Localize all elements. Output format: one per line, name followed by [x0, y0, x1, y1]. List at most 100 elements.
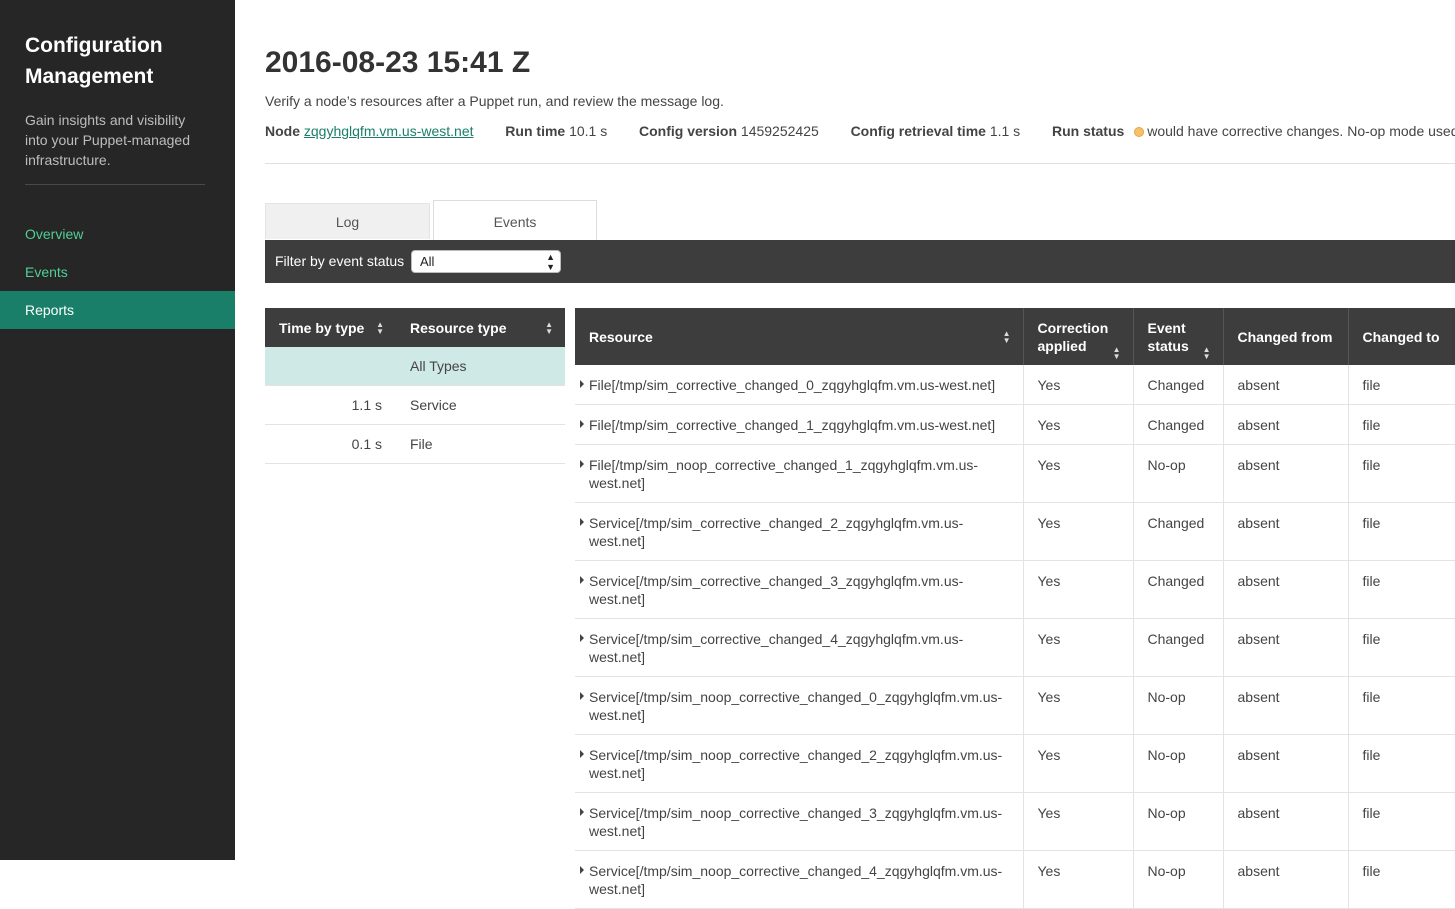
sidebar-item-events[interactable]: Events: [0, 253, 235, 291]
col-header-resource[interactable]: Resource ▲ ▼: [575, 308, 1023, 365]
resource-name: Service[/tmp/sim_noop_corrective_changed…: [575, 734, 1023, 793]
resource-text: Service[/tmp/sim_noop_corrective_changed…: [589, 805, 1003, 839]
run-status-label: Run status: [1051, 123, 1125, 139]
tab-log[interactable]: Log: [265, 203, 430, 239]
event-status: Changed: [1132, 404, 1223, 445]
changed-from: absent: [1222, 618, 1348, 677]
event-status: Changed: [1132, 560, 1223, 619]
table-row[interactable]: Service[/tmp/sim_corrective_changed_2_zq…: [575, 502, 1455, 561]
changed-to: file: [1347, 502, 1455, 561]
event-status: No-op: [1132, 792, 1223, 851]
correction-applied: Yes: [1022, 734, 1133, 793]
event-status: Changed: [1132, 618, 1223, 677]
resource-name: File[/tmp/sim_noop_corrective_changed_1_…: [575, 444, 1023, 503]
sidebar-divider: [25, 184, 205, 185]
resource-name: Service[/tmp/sim_noop_corrective_changed…: [575, 850, 1023, 909]
changed-from: absent: [1222, 444, 1348, 503]
config-version-value: 1459252425: [740, 123, 819, 139]
resource-name: Service[/tmp/sim_noop_corrective_changed…: [575, 676, 1023, 735]
expand-row-icon[interactable]: [580, 460, 584, 468]
changed-from: absent: [1222, 560, 1348, 619]
changed-from: absent: [1222, 404, 1348, 445]
table-row[interactable]: File[/tmp/sim_noop_corrective_changed_1_…: [575, 444, 1455, 503]
sidebar-item-overview[interactable]: Overview: [0, 215, 235, 253]
changed-from: absent: [1222, 502, 1348, 561]
expand-row-icon[interactable]: [580, 518, 584, 526]
report-meta: Node zqgyhglqfm.vm.us-west.net Run time …: [265, 122, 1455, 140]
run-time-label: Run time: [505, 123, 566, 139]
table-row[interactable]: File[/tmp/sim_corrective_changed_0_zqgyh…: [575, 365, 1455, 405]
col-header-event-status[interactable]: Event status ▲ ▼: [1132, 308, 1223, 365]
event-status: No-op: [1132, 850, 1223, 909]
type-name: All Types: [396, 347, 565, 386]
changed-from: absent: [1222, 676, 1348, 735]
sidebar-item-reports[interactable]: Reports: [0, 291, 235, 329]
resource-text: Service[/tmp/sim_corrective_changed_4_zq…: [589, 631, 964, 665]
table-row[interactable]: 1.1 s Service: [265, 385, 565, 425]
table-row[interactable]: All Types: [265, 347, 565, 386]
changed-from: absent: [1222, 792, 1348, 851]
sort-icon: ▲ ▼: [1002, 328, 1011, 345]
changed-to: file: [1347, 850, 1455, 909]
event-status-selected: All: [420, 254, 435, 269]
changed-to: file: [1347, 444, 1455, 503]
header-divider: [265, 163, 1455, 164]
changed-to: file: [1347, 618, 1455, 677]
col-header-correction-applied[interactable]: Correction applied ▲ ▼: [1022, 308, 1133, 365]
filter-bar: Filter by event status All ▲ ▼: [265, 240, 1455, 283]
table-row[interactable]: File[/tmp/sim_corrective_changed_1_zqgyh…: [575, 404, 1455, 445]
col-header-resource-type[interactable]: Resource type ▲ ▼: [396, 308, 565, 347]
app-title: Configuration Management: [25, 34, 163, 88]
changed-from: absent: [1222, 850, 1348, 909]
tab-events[interactable]: Events: [433, 200, 597, 240]
changed-to: file: [1347, 365, 1455, 405]
page-title: 2016-08-23 15:41 Z: [265, 46, 531, 79]
changed-to: file: [1347, 560, 1455, 619]
correction-applied: Yes: [1022, 502, 1133, 561]
resource-text: Service[/tmp/sim_noop_corrective_changed…: [589, 747, 1003, 781]
changed-to: file: [1347, 404, 1455, 445]
resource-name: Service[/tmp/sim_noop_corrective_changed…: [575, 792, 1023, 851]
run-status-value: would have corrective changes. No-op mod…: [1147, 123, 1455, 139]
changed-from: absent: [1222, 734, 1348, 793]
correction-applied: Yes: [1022, 365, 1133, 405]
expand-row-icon[interactable]: [580, 380, 584, 388]
resource-text: File[/tmp/sim_corrective_changed_1_zqgyh…: [589, 417, 996, 433]
sort-icon: ▲ ▼: [376, 319, 384, 336]
col-header-time-by-type[interactable]: Time by type ▲ ▼: [265, 308, 396, 347]
table-row[interactable]: Service[/tmp/sim_noop_corrective_changed…: [575, 850, 1455, 909]
table-row[interactable]: Service[/tmp/sim_noop_corrective_changed…: [575, 792, 1455, 851]
resource-text: Service[/tmp/sim_noop_corrective_changed…: [589, 863, 1003, 897]
expand-row-icon[interactable]: [580, 634, 584, 642]
resource-text: File[/tmp/sim_noop_corrective_changed_1_…: [589, 457, 979, 491]
col-header-changed-from: Changed from: [1222, 308, 1348, 365]
expand-row-icon[interactable]: [580, 576, 584, 584]
node-link[interactable]: zqgyhglqfm.vm.us-west.net: [304, 123, 474, 139]
table-row[interactable]: Service[/tmp/sim_corrective_changed_3_zq…: [575, 560, 1455, 619]
expand-row-icon[interactable]: [580, 692, 584, 700]
table-row[interactable]: Service[/tmp/sim_noop_corrective_changed…: [575, 676, 1455, 735]
resource-text: Service[/tmp/sim_corrective_changed_2_zq…: [589, 515, 964, 549]
table-row[interactable]: Service[/tmp/sim_corrective_changed_4_zq…: [575, 618, 1455, 677]
type-time: [265, 347, 396, 386]
type-time: 0.1 s: [265, 424, 396, 464]
event-status-select[interactable]: All ▲ ▼: [411, 250, 561, 273]
type-time: 1.1 s: [265, 385, 396, 425]
event-status: Changed: [1132, 502, 1223, 561]
expand-row-icon[interactable]: [580, 420, 584, 428]
expand-row-icon[interactable]: [580, 808, 584, 816]
expand-row-icon[interactable]: [580, 750, 584, 758]
table-row[interactable]: Service[/tmp/sim_noop_corrective_changed…: [575, 734, 1455, 793]
config-version-label: Config version: [639, 123, 738, 139]
sort-icon: ▲ ▼: [1202, 345, 1211, 361]
col-header-changed-to: Changed to: [1347, 308, 1455, 365]
page-subtitle: Verify a node’s resources after a Puppet…: [265, 93, 724, 109]
events-table: Resource ▲ ▼ Correction applied ▲ ▼ Event st…: [575, 308, 1455, 909]
sort-icon: ▲ ▼: [1112, 345, 1121, 361]
expand-row-icon[interactable]: [580, 866, 584, 874]
event-status: No-op: [1132, 734, 1223, 793]
type-name: Service: [396, 385, 565, 425]
table-row[interactable]: 0.1 s File: [265, 424, 565, 464]
app-tagline: Gain insights and visibility into your P…: [25, 112, 190, 168]
resource-name: Service[/tmp/sim_corrective_changed_4_zq…: [575, 618, 1023, 677]
